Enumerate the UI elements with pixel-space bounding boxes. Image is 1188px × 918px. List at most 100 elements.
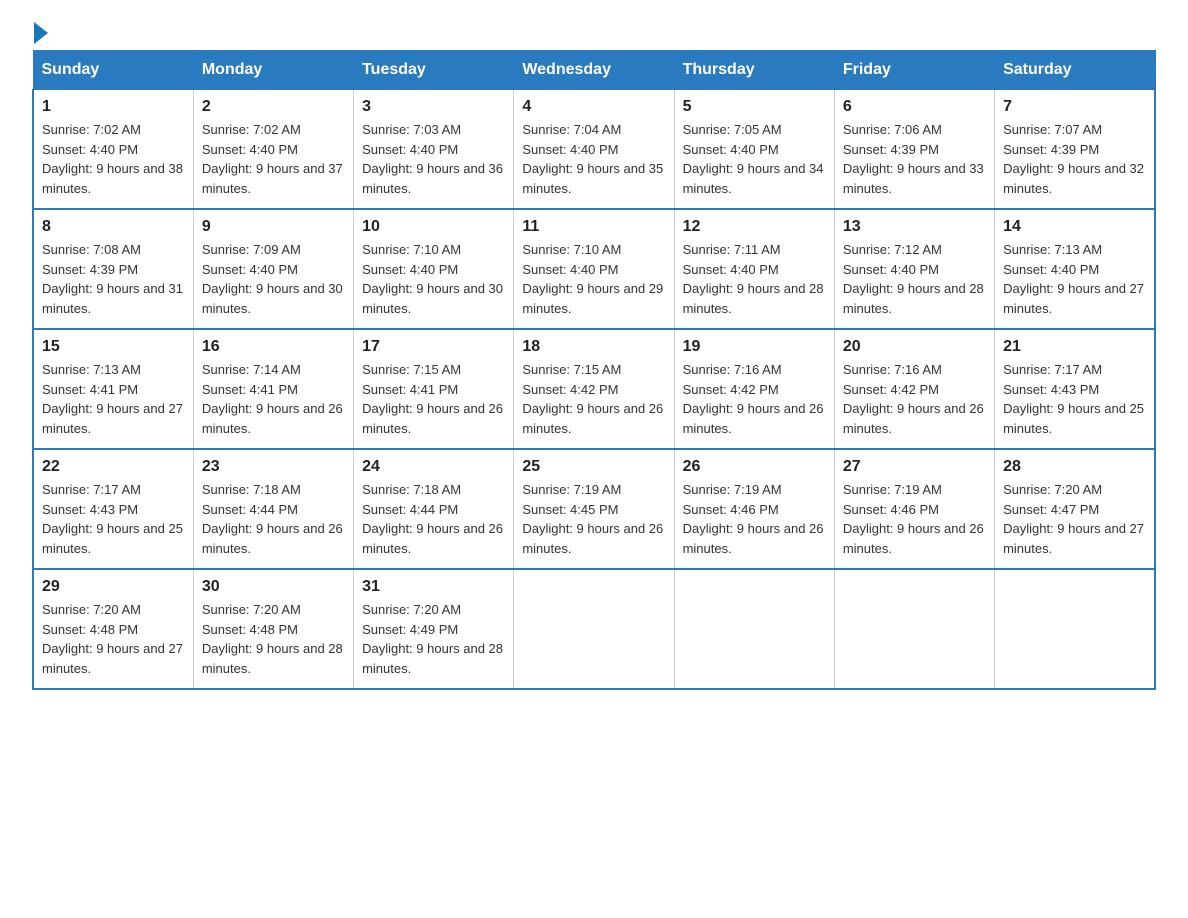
day-info: Sunrise: 7:02 AMSunset: 4:40 PMDaylight:… (202, 122, 343, 196)
day-cell: 31 Sunrise: 7:20 AMSunset: 4:49 PMDaylig… (354, 569, 514, 689)
day-info: Sunrise: 7:16 AMSunset: 4:42 PMDaylight:… (683, 362, 824, 436)
day-number: 28 (1003, 458, 1146, 476)
day-cell: 27 Sunrise: 7:19 AMSunset: 4:46 PMDaylig… (834, 449, 994, 569)
day-cell: 9 Sunrise: 7:09 AMSunset: 4:40 PMDayligh… (193, 209, 353, 329)
day-number: 20 (843, 338, 986, 356)
day-cell (995, 569, 1155, 689)
week-row-2: 8 Sunrise: 7:08 AMSunset: 4:39 PMDayligh… (33, 209, 1155, 329)
day-number: 3 (362, 98, 505, 116)
day-info: Sunrise: 7:08 AMSunset: 4:39 PMDaylight:… (42, 242, 183, 316)
day-number: 11 (522, 218, 665, 236)
week-row-1: 1 Sunrise: 7:02 AMSunset: 4:40 PMDayligh… (33, 90, 1155, 210)
day-number: 22 (42, 458, 185, 476)
day-cell: 30 Sunrise: 7:20 AMSunset: 4:48 PMDaylig… (193, 569, 353, 689)
calendar-table: SundayMondayTuesdayWednesdayThursdayFrid… (32, 50, 1156, 690)
day-cell: 25 Sunrise: 7:19 AMSunset: 4:45 PMDaylig… (514, 449, 674, 569)
col-header-tuesday: Tuesday (354, 51, 514, 90)
day-cell: 3 Sunrise: 7:03 AMSunset: 4:40 PMDayligh… (354, 90, 514, 210)
day-cell: 11 Sunrise: 7:10 AMSunset: 4:40 PMDaylig… (514, 209, 674, 329)
day-info: Sunrise: 7:10 AMSunset: 4:40 PMDaylight:… (522, 242, 663, 316)
logo-arrow-icon (34, 22, 48, 44)
day-info: Sunrise: 7:20 AMSunset: 4:48 PMDaylight:… (202, 602, 343, 676)
day-info: Sunrise: 7:20 AMSunset: 4:48 PMDaylight:… (42, 602, 183, 676)
day-number: 9 (202, 218, 345, 236)
week-row-5: 29 Sunrise: 7:20 AMSunset: 4:48 PMDaylig… (33, 569, 1155, 689)
day-cell: 6 Sunrise: 7:06 AMSunset: 4:39 PMDayligh… (834, 90, 994, 210)
day-cell (834, 569, 994, 689)
day-number: 4 (522, 98, 665, 116)
day-cell: 18 Sunrise: 7:15 AMSunset: 4:42 PMDaylig… (514, 329, 674, 449)
day-cell: 23 Sunrise: 7:18 AMSunset: 4:44 PMDaylig… (193, 449, 353, 569)
day-cell: 10 Sunrise: 7:10 AMSunset: 4:40 PMDaylig… (354, 209, 514, 329)
col-header-wednesday: Wednesday (514, 51, 674, 90)
day-info: Sunrise: 7:18 AMSunset: 4:44 PMDaylight:… (362, 482, 503, 556)
day-cell: 8 Sunrise: 7:08 AMSunset: 4:39 PMDayligh… (33, 209, 193, 329)
day-info: Sunrise: 7:19 AMSunset: 4:45 PMDaylight:… (522, 482, 663, 556)
day-number: 10 (362, 218, 505, 236)
day-cell: 19 Sunrise: 7:16 AMSunset: 4:42 PMDaylig… (674, 329, 834, 449)
day-number: 17 (362, 338, 505, 356)
day-info: Sunrise: 7:13 AMSunset: 4:41 PMDaylight:… (42, 362, 183, 436)
day-number: 29 (42, 578, 185, 596)
day-cell (674, 569, 834, 689)
day-number: 14 (1003, 218, 1146, 236)
day-info: Sunrise: 7:20 AMSunset: 4:49 PMDaylight:… (362, 602, 503, 676)
day-number: 24 (362, 458, 505, 476)
day-cell: 16 Sunrise: 7:14 AMSunset: 4:41 PMDaylig… (193, 329, 353, 449)
day-number: 6 (843, 98, 986, 116)
day-cell: 17 Sunrise: 7:15 AMSunset: 4:41 PMDaylig… (354, 329, 514, 449)
week-row-3: 15 Sunrise: 7:13 AMSunset: 4:41 PMDaylig… (33, 329, 1155, 449)
day-number: 2 (202, 98, 345, 116)
day-info: Sunrise: 7:11 AMSunset: 4:40 PMDaylight:… (683, 242, 824, 316)
day-info: Sunrise: 7:17 AMSunset: 4:43 PMDaylight:… (1003, 362, 1144, 436)
day-number: 23 (202, 458, 345, 476)
day-info: Sunrise: 7:15 AMSunset: 4:41 PMDaylight:… (362, 362, 503, 436)
day-cell: 28 Sunrise: 7:20 AMSunset: 4:47 PMDaylig… (995, 449, 1155, 569)
col-header-saturday: Saturday (995, 51, 1155, 90)
day-info: Sunrise: 7:02 AMSunset: 4:40 PMDaylight:… (42, 122, 183, 196)
day-number: 21 (1003, 338, 1146, 356)
col-header-sunday: Sunday (33, 51, 193, 90)
day-number: 19 (683, 338, 826, 356)
day-cell: 26 Sunrise: 7:19 AMSunset: 4:46 PMDaylig… (674, 449, 834, 569)
day-info: Sunrise: 7:19 AMSunset: 4:46 PMDaylight:… (683, 482, 824, 556)
day-info: Sunrise: 7:14 AMSunset: 4:41 PMDaylight:… (202, 362, 343, 436)
day-info: Sunrise: 7:09 AMSunset: 4:40 PMDaylight:… (202, 242, 343, 316)
day-cell: 14 Sunrise: 7:13 AMSunset: 4:40 PMDaylig… (995, 209, 1155, 329)
day-info: Sunrise: 7:06 AMSunset: 4:39 PMDaylight:… (843, 122, 984, 196)
day-number: 13 (843, 218, 986, 236)
day-cell: 7 Sunrise: 7:07 AMSunset: 4:39 PMDayligh… (995, 90, 1155, 210)
day-number: 31 (362, 578, 505, 596)
day-number: 16 (202, 338, 345, 356)
day-cell: 15 Sunrise: 7:13 AMSunset: 4:41 PMDaylig… (33, 329, 193, 449)
day-number: 7 (1003, 98, 1146, 116)
col-header-friday: Friday (834, 51, 994, 90)
day-info: Sunrise: 7:05 AMSunset: 4:40 PMDaylight:… (683, 122, 824, 196)
day-info: Sunrise: 7:15 AMSunset: 4:42 PMDaylight:… (522, 362, 663, 436)
day-number: 5 (683, 98, 826, 116)
calendar-header-row: SundayMondayTuesdayWednesdayThursdayFrid… (33, 51, 1155, 90)
week-row-4: 22 Sunrise: 7:17 AMSunset: 4:43 PMDaylig… (33, 449, 1155, 569)
day-number: 30 (202, 578, 345, 596)
col-header-monday: Monday (193, 51, 353, 90)
day-cell: 2 Sunrise: 7:02 AMSunset: 4:40 PMDayligh… (193, 90, 353, 210)
day-number: 8 (42, 218, 185, 236)
day-cell: 13 Sunrise: 7:12 AMSunset: 4:40 PMDaylig… (834, 209, 994, 329)
day-cell: 24 Sunrise: 7:18 AMSunset: 4:44 PMDaylig… (354, 449, 514, 569)
day-cell: 5 Sunrise: 7:05 AMSunset: 4:40 PMDayligh… (674, 90, 834, 210)
day-info: Sunrise: 7:18 AMSunset: 4:44 PMDaylight:… (202, 482, 343, 556)
day-number: 1 (42, 98, 185, 116)
col-header-thursday: Thursday (674, 51, 834, 90)
day-cell: 1 Sunrise: 7:02 AMSunset: 4:40 PMDayligh… (33, 90, 193, 210)
day-number: 25 (522, 458, 665, 476)
logo (32, 24, 48, 38)
day-info: Sunrise: 7:12 AMSunset: 4:40 PMDaylight:… (843, 242, 984, 316)
day-info: Sunrise: 7:10 AMSunset: 4:40 PMDaylight:… (362, 242, 503, 316)
day-number: 15 (42, 338, 185, 356)
day-cell: 21 Sunrise: 7:17 AMSunset: 4:43 PMDaylig… (995, 329, 1155, 449)
day-info: Sunrise: 7:17 AMSunset: 4:43 PMDaylight:… (42, 482, 183, 556)
day-number: 27 (843, 458, 986, 476)
day-number: 26 (683, 458, 826, 476)
page-header (32, 24, 1156, 38)
day-cell: 29 Sunrise: 7:20 AMSunset: 4:48 PMDaylig… (33, 569, 193, 689)
